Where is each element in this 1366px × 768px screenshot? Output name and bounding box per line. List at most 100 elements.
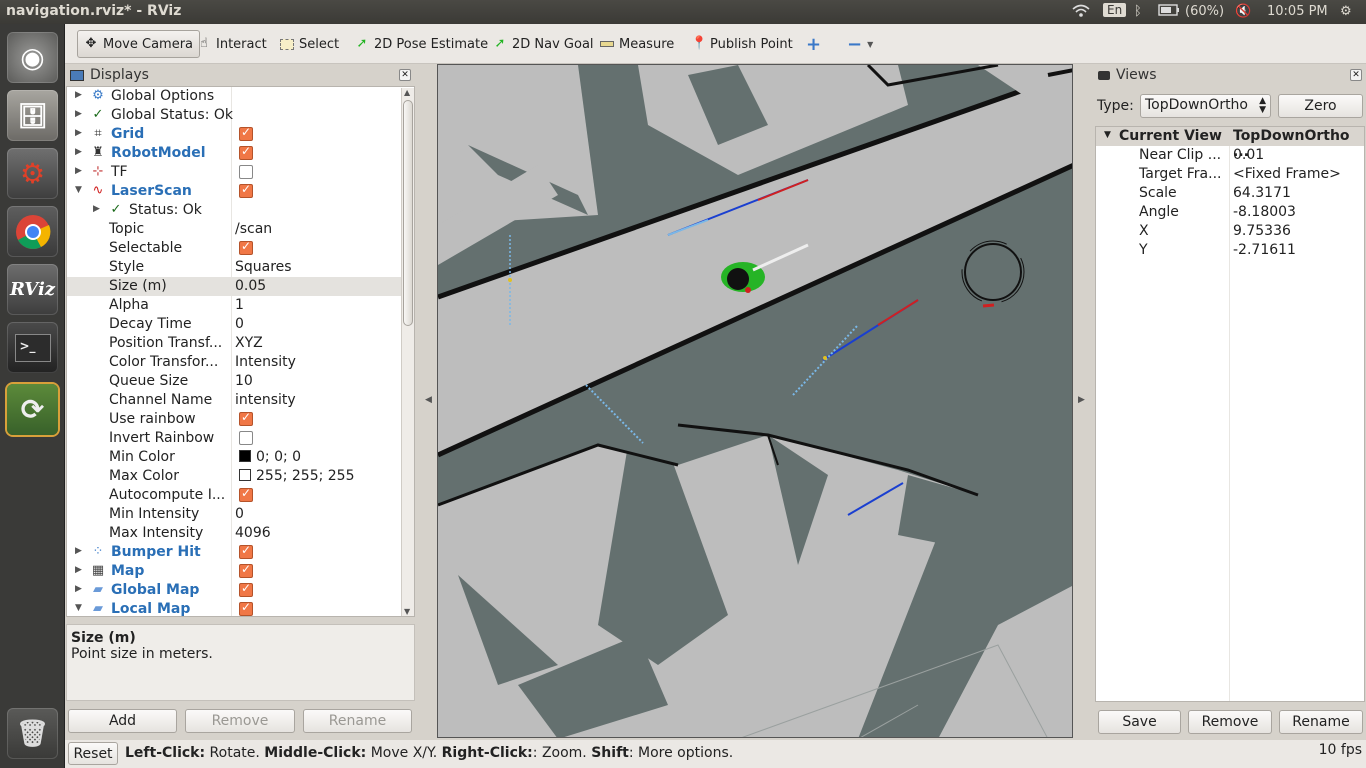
settings-launcher[interactable]: ⚙ <box>7 148 58 199</box>
scroll-thumb[interactable] <box>403 100 413 326</box>
tool-interact[interactable]: ☝ Interact <box>191 30 273 58</box>
save-view-button[interactable]: Save <box>1098 710 1181 734</box>
property-value[interactable]: 0; 0; 0 <box>256 449 301 465</box>
property-value-cell[interactable]: /scan <box>235 221 272 237</box>
property-value-cell[interactable]: 10 <box>235 373 253 389</box>
chevron-right-icon[interactable]: ▶ <box>75 109 82 119</box>
display-row[interactable]: Use rainbow <box>67 410 414 429</box>
chevron-right-icon[interactable]: ▶ <box>75 565 82 575</box>
display-row[interactable]: ▶ ⊹ TF <box>67 163 414 182</box>
display-row[interactable]: Topic/scan <box>67 220 414 239</box>
bluetooth-icon[interactable]: ᛒ <box>1134 4 1142 19</box>
display-row[interactable]: ▶ ⌗ Grid <box>67 125 414 144</box>
display-row[interactable]: ▶ ▰ Global Map <box>67 581 414 600</box>
remove-tool-button[interactable]: − ▼ <box>841 30 879 58</box>
display-row[interactable]: ▶ ▦ Map <box>67 562 414 581</box>
view-property-value[interactable]: 64.3171 <box>1233 185 1291 201</box>
battery-icon[interactable] <box>1158 4 1180 20</box>
enable-checkbox[interactable] <box>239 600 253 616</box>
software-updater-launcher[interactable]: ⟳ <box>7 384 58 435</box>
display-row[interactable]: Style Squares <box>67 258 414 277</box>
view-property-value[interactable]: -2.71611 <box>1233 242 1296 258</box>
display-row[interactable]: ▶ ⚙ Global Options <box>67 87 414 106</box>
display-row[interactable]: Alpha 1 <box>67 296 414 315</box>
property-value[interactable]: 255; 255; 255 <box>256 468 355 484</box>
enable-checkbox[interactable] <box>239 543 253 559</box>
tool-move-camera[interactable]: ✥ Move Camera <box>77 30 201 58</box>
remove-view-button[interactable]: Remove <box>1188 710 1272 734</box>
render-viewport[interactable] <box>437 64 1073 738</box>
display-row[interactable]: ▼ ▰ Local Map <box>67 600 414 616</box>
enable-checkbox[interactable] <box>239 562 253 578</box>
property-value[interactable]: Squares <box>235 259 292 275</box>
enable-checkbox[interactable] <box>239 165 253 179</box>
scroll-down-arrow[interactable]: ▼ <box>404 607 410 616</box>
chevron-right-icon[interactable]: ▶ <box>75 166 82 176</box>
property-value-cell[interactable]: 4096 <box>235 525 271 541</box>
chrome-launcher[interactable] <box>7 206 58 257</box>
display-row[interactable]: ▼ ∿ LaserScan <box>67 182 414 201</box>
enable-checkbox[interactable] <box>239 239 253 255</box>
display-row[interactable]: ▶ ✓ Global Status: Ok <box>67 106 414 125</box>
property-value[interactable]: 0.05 <box>235 278 266 294</box>
trash-launcher[interactable]: 🗑 <box>7 708 58 759</box>
property-value-cell[interactable]: Intensity <box>235 354 296 370</box>
files-launcher[interactable]: 🗄 <box>7 90 58 141</box>
view-property-row[interactable]: Angle -8.18003 <box>1096 203 1364 222</box>
property-value-cell[interactable]: 255; 255; 255 <box>235 468 355 484</box>
view-property-value[interactable]: 9.75336 <box>1233 223 1291 239</box>
displays-scrollbar[interactable]: ▲ ▼ <box>401 88 414 616</box>
property-value-cell[interactable]: 0.05 <box>235 278 266 294</box>
tool-publish-point[interactable]: 📍 Publish Point <box>685 30 799 58</box>
view-property-value[interactable]: -8.18003 <box>1233 204 1296 220</box>
display-row[interactable]: ▶ ♜ RobotModel <box>67 144 414 163</box>
scroll-up-arrow[interactable]: ▲ <box>404 88 410 97</box>
view-property-row[interactable]: Scale 64.3171 <box>1096 184 1364 203</box>
property-value-cell[interactable]: intensity <box>235 392 296 408</box>
property-value[interactable]: /scan <box>235 221 272 237</box>
display-row[interactable]: Queue Size 10 <box>67 372 414 391</box>
property-value[interactable]: 0 <box>235 316 244 332</box>
chevron-right-icon[interactable]: ▶ <box>93 204 100 214</box>
property-value[interactable]: Intensity <box>235 354 296 370</box>
add-tool-button[interactable]: + <box>800 30 827 58</box>
display-row[interactable]: Min Color 0; 0; 0 <box>67 448 414 467</box>
view-property-row[interactable]: Near Clip ... 0.01 <box>1096 146 1364 165</box>
view-property-row[interactable]: Y -2.71611 <box>1096 241 1364 260</box>
dash-home-button[interactable]: ◉ <box>7 32 58 83</box>
property-value[interactable]: 10 <box>235 373 253 389</box>
tool-measure[interactable]: Measure <box>594 30 680 58</box>
view-property-value[interactable]: <Fixed Frame> <box>1233 166 1341 182</box>
display-row[interactable]: Decay Time 0 <box>67 315 414 334</box>
enable-checkbox[interactable] <box>239 410 253 426</box>
chevron-down-icon[interactable]: ▼ <box>75 185 82 195</box>
color-swatch[interactable] <box>239 469 251 481</box>
tool-2d-pose-estimate[interactable]: ➚ 2D Pose Estimate <box>349 30 494 58</box>
remove-display-button[interactable]: Remove <box>185 709 295 733</box>
display-row[interactable]: Autocompute I... <box>67 486 414 505</box>
chevron-right-icon[interactable]: ▶ <box>75 147 82 157</box>
chevron-right-icon[interactable]: ▶ <box>75 90 82 100</box>
view-type-select[interactable]: TopDownOrtho ▲ ▼ <box>1140 94 1271 118</box>
display-row[interactable]: Max Intensity 4096 <box>67 524 414 543</box>
chevron-right-icon[interactable]: ▶ <box>75 546 82 556</box>
view-property-row[interactable]: X 9.75336 <box>1096 222 1364 241</box>
close-icon[interactable]: ✕ <box>1350 69 1362 81</box>
property-value-cell[interactable]: Squares <box>235 259 292 275</box>
volume-muted-icon[interactable]: 🔇 <box>1235 4 1251 19</box>
display-row[interactable]: Max Color 255; 255; 255 <box>67 467 414 486</box>
view-property-row[interactable]: Target Fra... <Fixed Frame> <box>1096 165 1364 184</box>
enable-checkbox[interactable] <box>239 431 253 445</box>
reset-button[interactable]: Reset <box>68 742 118 765</box>
display-row[interactable]: Position Transf... XYZ <box>67 334 414 353</box>
chevron-down-icon[interactable]: ▼ <box>75 603 82 613</box>
rviz-launcher[interactable]: RViz <box>7 264 58 315</box>
display-row[interactable]: Selectable <box>67 239 414 258</box>
property-value-cell[interactable]: 0 <box>235 316 244 332</box>
rename-view-button[interactable]: Rename <box>1279 710 1363 734</box>
enable-checkbox[interactable] <box>239 581 253 597</box>
right-splitter-arrow[interactable]: ▶ <box>1078 395 1085 405</box>
property-value-cell[interactable]: 1 <box>235 297 244 313</box>
rename-display-button[interactable]: Rename <box>303 709 412 733</box>
property-value-cell[interactable]: 0; 0; 0 <box>235 449 301 465</box>
